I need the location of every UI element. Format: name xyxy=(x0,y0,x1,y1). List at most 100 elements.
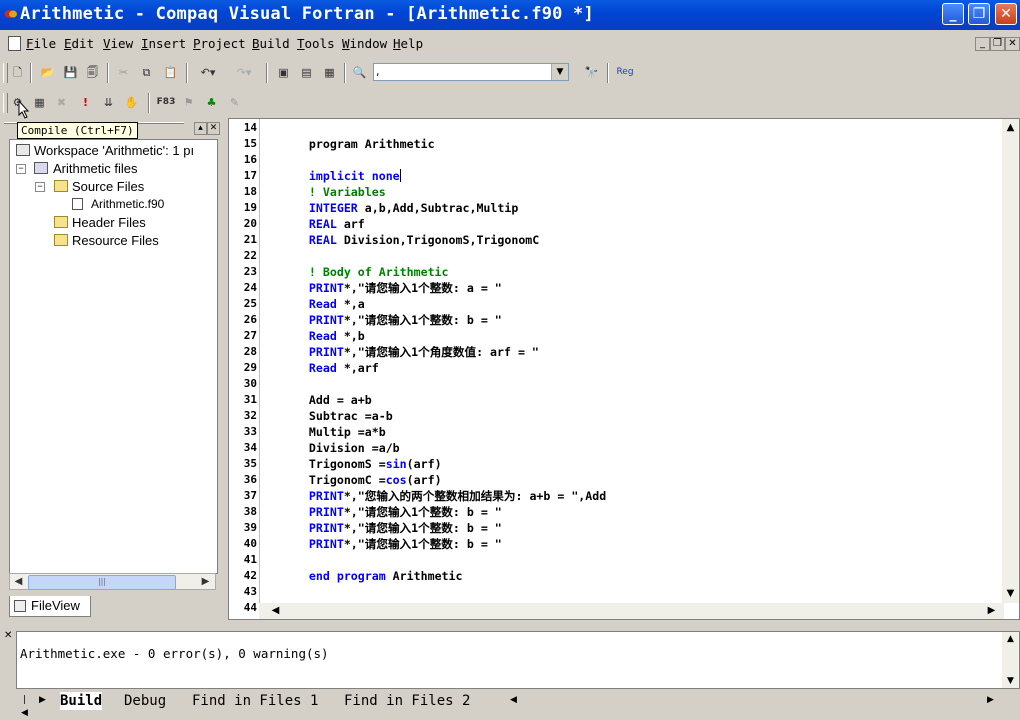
code-line[interactable]: end program Arithmetic xyxy=(281,568,463,584)
mdi-restore-button[interactable]: ❐ xyxy=(990,37,1005,51)
menu-item[interactable]: Help xyxy=(393,36,423,51)
tab-build[interactable]: Build xyxy=(60,692,103,710)
output-window-icon[interactable]: ▤ xyxy=(298,64,315,81)
code-line[interactable]: TrigonomC =cos(arf) xyxy=(281,472,442,488)
tab-prev-icon[interactable]: ▶ xyxy=(38,694,47,707)
cut-icon[interactable]: ✂ xyxy=(115,64,132,81)
code-line[interactable]: PRINT*,"请您输入1个整数: b = " xyxy=(281,504,502,520)
code-line[interactable]: PRINT*,"您输入的两个整数相加结果为: a+b = ",Add xyxy=(281,488,606,504)
minimize-button[interactable]: _ xyxy=(942,3,964,25)
code-line[interactable]: REAL Division,TrigonomS,TrigonomC xyxy=(281,232,539,248)
editor-horizontal-scrollbar[interactable]: ◀ ▶ xyxy=(259,603,1004,619)
code-line[interactable]: Multip =a*b xyxy=(281,424,386,440)
code-text: *,"请您输入1个整数: a = " xyxy=(343,281,502,295)
scroll-right-icon[interactable]: ▶ xyxy=(983,603,1000,619)
chevron-down-icon[interactable]: ▼ xyxy=(551,64,568,80)
code-line[interactable]: Read *,arf xyxy=(281,360,379,376)
scroll-thumb[interactable]: ||| xyxy=(28,575,176,590)
code-line[interactable]: Division =a/b xyxy=(281,440,400,456)
build-icon[interactable]: ▦ xyxy=(31,94,48,111)
tree-icon[interactable]: ♣ xyxy=(203,94,220,111)
menu-item[interactable]: Edit xyxy=(64,36,94,51)
scroll-right-icon[interactable]: ▶ xyxy=(198,575,213,588)
save-icon[interactable]: 💾 xyxy=(62,64,79,81)
toolbar-separator xyxy=(107,63,109,83)
workspace-horizontal-scrollbar[interactable]: ◀ ||| ▶ xyxy=(9,573,216,590)
code-line[interactable]: PRINT*,"请您输入1个整数: b = " xyxy=(281,520,502,536)
tab-debug[interactable]: Debug xyxy=(124,692,166,710)
close-button[interactable]: ✕ xyxy=(995,3,1017,25)
save-all-icon[interactable]: 🗐 xyxy=(84,64,101,81)
code-line[interactable]: PRINT*,"请您输入1个整数: a = " xyxy=(281,280,502,296)
output-close-icon[interactable]: ✕ xyxy=(4,630,12,641)
code-editor[interactable]: 14 15 16 17 18 19 20 21 22 23 24 25 26 27 28 29 30 31 32 33… xyxy=(228,118,1020,620)
copy-icon[interactable]: ⧉ xyxy=(138,64,155,81)
go-icon[interactable]: ⇊ xyxy=(100,94,117,111)
new-file-icon[interactable]: 🗋 xyxy=(9,64,26,81)
mdi-minimize-button[interactable]: _ xyxy=(975,37,990,51)
find-combo[interactable]: , ▼ xyxy=(373,63,569,81)
scroll-down-icon[interactable]: ▼ xyxy=(1002,585,1019,602)
breakpoint-hand-icon[interactable]: ✋ xyxy=(123,94,140,111)
tab-find-in-files-2[interactable]: Find in Files 2 xyxy=(344,692,470,710)
code-line[interactable]: ! Body of Arithmetic xyxy=(281,264,449,280)
menu-item[interactable]: File xyxy=(26,36,56,51)
menu-item[interactable]: Project xyxy=(193,36,246,51)
code-line[interactable]: INTEGER a,b,Add,Subtrac,Multip xyxy=(281,200,518,216)
code-line[interactable]: Read *,a xyxy=(281,296,365,312)
code-line[interactable]: PRINT*,"请您输入1个整数: b = " xyxy=(281,312,502,328)
tab-first-icon[interactable]: |◀ xyxy=(20,694,29,718)
redo-icon[interactable]: ↷▾ xyxy=(229,64,259,81)
execute-icon[interactable]: ! xyxy=(77,94,94,111)
undo-icon[interactable]: ↶▾ xyxy=(193,64,223,81)
output-window[interactable]: Arithmetic.exe - 0 error(s), 0 warning(s… xyxy=(16,631,1020,689)
document-icon[interactable] xyxy=(8,36,21,51)
paste-icon[interactable]: 📋 xyxy=(162,64,179,81)
code-line[interactable]: Add = a+b xyxy=(281,392,372,408)
open-folder-icon[interactable]: 📂 xyxy=(39,64,56,81)
stop-build-icon[interactable]: ✖ xyxy=(53,94,70,111)
code-line[interactable]: implicit none xyxy=(281,168,401,184)
code-line[interactable]: program Arithmetic xyxy=(281,136,435,152)
menu-item[interactable]: View xyxy=(103,36,133,51)
output-vertical-scrollbar[interactable]: ▲ ▼ xyxy=(1002,632,1019,688)
reg-button[interactable]: Reg xyxy=(614,64,636,81)
workspace-icon[interactable]: ▣ xyxy=(275,64,292,81)
maximize-button[interactable]: ❐ xyxy=(968,3,990,25)
code-line[interactable]: ! Variables xyxy=(281,184,386,200)
scroll-left-icon[interactable]: ◀ xyxy=(509,694,518,707)
code-line[interactable]: PRINT*,"请您输入1个角度数值: arf = " xyxy=(281,344,539,360)
workspace-maximize-icon[interactable]: ▴ xyxy=(194,122,207,135)
mdi-close-button[interactable]: ✕ xyxy=(1005,37,1020,51)
code-line[interactable]: Read *,b xyxy=(281,328,365,344)
editor-vertical-scrollbar[interactable]: ▲ ▼ xyxy=(1002,119,1019,603)
line-number: 25 xyxy=(243,297,257,310)
tab-fileview[interactable]: FileView xyxy=(9,596,91,617)
code-line[interactable]: TrigonomS =sin(arf) xyxy=(281,456,442,472)
menu-item[interactable]: Build xyxy=(252,36,290,51)
scroll-left-icon[interactable]: ◀ xyxy=(11,575,26,588)
code-line[interactable]: Subtrac =a-b xyxy=(281,408,393,424)
debug-icon[interactable]: ⚑ xyxy=(180,94,197,111)
window-list-icon[interactable]: ▦ xyxy=(321,64,338,81)
find-in-files-icon[interactable]: 🔍 xyxy=(351,64,368,81)
brush-icon[interactable]: ✎ xyxy=(226,94,243,111)
menu-item[interactable]: Window xyxy=(342,36,387,51)
build-config-button[interactable]: F83 xyxy=(156,94,176,111)
code-line[interactable]: PRINT*,"请您输入1个整数: b = " xyxy=(281,536,502,552)
code-line[interactable]: REAL arf xyxy=(281,216,365,232)
scroll-right-icon[interactable]: ▶ xyxy=(986,694,995,707)
menu-item[interactable]: Insert xyxy=(141,36,186,51)
workspace-close-icon[interactable]: ✕ xyxy=(207,122,220,135)
scroll-up-icon[interactable]: ▲ xyxy=(1002,119,1019,136)
menu-item[interactable]: Tools xyxy=(297,36,335,51)
scroll-up-icon[interactable]: ▲ xyxy=(1002,632,1019,646)
find-icon[interactable]: 🔭 xyxy=(583,64,600,81)
collapse-icon[interactable]: − xyxy=(16,164,26,174)
scroll-left-icon[interactable]: ◀ xyxy=(267,603,284,619)
standard-toolbar: 🗋 📂 💾 🗐 ✂ ⧉ 📋 ↶▾ ↷▾ ▣ ▤ ▦ 🔍 , ▼ 🔭 Reg xyxy=(0,59,640,87)
tab-find-in-files-1[interactable]: Find in Files 1 xyxy=(192,692,318,710)
tree-label: Source Files xyxy=(72,179,145,194)
collapse-icon[interactable]: − xyxy=(35,182,45,192)
scroll-down-icon[interactable]: ▼ xyxy=(1002,674,1019,688)
